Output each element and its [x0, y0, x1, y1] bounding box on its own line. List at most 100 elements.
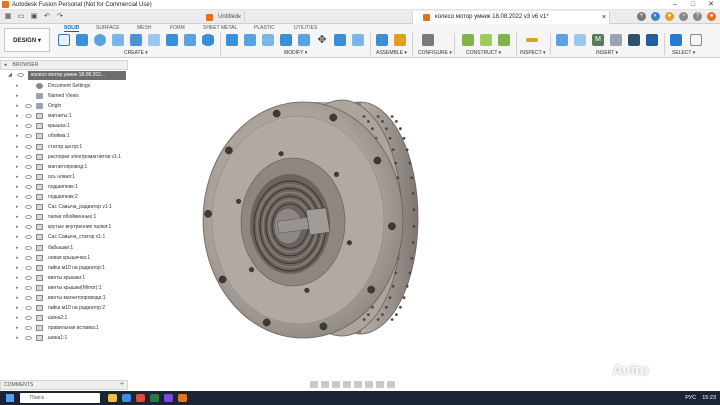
decal-icon[interactable]	[574, 34, 586, 46]
close-tab-icon[interactable]: ×	[602, 11, 606, 24]
clock[interactable]: 15:23	[702, 395, 716, 401]
orbit-icon[interactable]	[310, 381, 318, 388]
expand-arrow-icon[interactable]: ▸	[16, 295, 19, 301]
browser-tree-item[interactable]: ▸ винты магнитопровода:1	[0, 293, 128, 303]
maximize-icon[interactable]: □	[684, 0, 702, 10]
collapse-icon[interactable]: ◂	[4, 61, 7, 69]
visibility-eye-icon[interactable]	[25, 275, 32, 280]
configure-menu[interactable]: CONFIGURE ▾	[418, 50, 452, 56]
browser-tree-item[interactable]: ▸ гайка м10 на радиатор:1	[0, 263, 128, 273]
visibility-eye-icon[interactable]	[25, 144, 32, 149]
visibility-eye-icon[interactable]	[25, 205, 32, 210]
expand-arrow-icon[interactable]: ▸	[16, 325, 19, 331]
create-menu[interactable]: CREATE ▾	[124, 50, 148, 56]
select-menu[interactable]: SELECT ▾	[672, 50, 695, 56]
expand-arrow-icon[interactable]: ▸	[16, 265, 19, 271]
root-component-label[interactable]: колесо мотор умник 18.08.202...	[28, 71, 126, 80]
visibility-eye-icon[interactable]	[25, 225, 32, 230]
expand-arrow-icon[interactable]: ▸	[16, 83, 19, 89]
edge-icon[interactable]	[122, 394, 131, 402]
offset-plane-icon[interactable]	[462, 34, 474, 46]
scale-icon[interactable]	[334, 34, 346, 46]
undo-icon[interactable]: ↶	[42, 12, 52, 22]
tab-sheet-metal[interactable]: SHEET METAL	[203, 24, 237, 32]
comments-panel[interactable]: COMMENTS +	[0, 380, 128, 390]
expand-arrow-icon[interactable]: ▸	[16, 103, 19, 109]
expand-arrow-icon[interactable]: ▸	[16, 204, 19, 210]
visibility-eye-icon[interactable]	[25, 174, 32, 179]
expand-arrow-icon[interactable]: ▸	[16, 144, 19, 150]
browser-tree-item[interactable]: ▸ палки обойменные:1	[0, 212, 128, 222]
browser-tree-item[interactable]: ▸ подшипник:1	[0, 182, 128, 192]
chrome-icon[interactable]	[136, 394, 145, 402]
point-icon[interactable]	[498, 34, 510, 46]
look-at-icon[interactable]	[321, 381, 329, 388]
tree-root-node[interactable]: ◢ колесо мотор умник 18.08.202...	[0, 70, 128, 81]
construct-menu[interactable]: CONSTRUCT ▾	[466, 50, 501, 56]
insert-mcmaster-icon[interactable]: M	[592, 34, 604, 46]
expand-arrow-icon[interactable]: ▸	[16, 93, 19, 99]
tab-untitled[interactable]: Untitled ×	[196, 11, 246, 24]
visibility-eye-icon[interactable]	[25, 104, 32, 109]
visibility-eye-icon[interactable]	[25, 295, 32, 300]
job-status-icon[interactable]: ●	[665, 12, 674, 21]
create-sketch-icon[interactable]	[58, 34, 70, 46]
visibility-eye-icon[interactable]	[25, 336, 32, 341]
expand-arrow-icon[interactable]: ▸	[16, 315, 19, 321]
visibility-eye-icon[interactable]	[25, 265, 32, 270]
visibility-eye-icon[interactable]	[25, 285, 32, 290]
visibility-eye-icon[interactable]	[25, 245, 32, 250]
close-tab-icon[interactable]: ×	[237, 11, 241, 24]
expand-arrow-icon[interactable]: ▸	[16, 154, 19, 160]
expand-arrow-icon[interactable]: ▸	[16, 113, 19, 119]
hole-icon[interactable]	[184, 34, 196, 46]
expand-arrow-icon[interactable]: ▸	[16, 255, 19, 261]
visibility-eye-icon[interactable]	[25, 154, 32, 159]
tab-surface[interactable]: SURFACE	[96, 24, 120, 32]
visibility-eye-icon[interactable]	[17, 73, 24, 77]
new-tab-icon[interactable]: +	[637, 12, 646, 21]
split-body-icon[interactable]	[352, 34, 364, 46]
add-comment-icon[interactable]: +	[120, 381, 124, 389]
browser-tree-item[interactable]: ▸ Document Settings	[0, 81, 128, 91]
inspect-menu[interactable]: INSPECT ▾	[520, 50, 545, 56]
browser-tree-item[interactable]: ▸ магниты:1	[0, 111, 128, 121]
taskbar-search-input[interactable]: Поиск	[20, 393, 100, 403]
new-component-icon[interactable]	[376, 34, 388, 46]
combine-icon[interactable]	[298, 34, 310, 46]
assemble-menu[interactable]: ASSEMBLE ▾	[376, 50, 407, 56]
browser-tree-item[interactable]: ▸ крутые внутренние палки:1	[0, 222, 128, 232]
expand-arrow-icon[interactable]: ▸	[16, 194, 19, 200]
browser-tree-item[interactable]: ▸ новая крышечка:1	[0, 253, 128, 263]
user-avatar[interactable]: ●	[707, 12, 716, 21]
workspace-switcher-button[interactable]: DESIGN ▾	[4, 28, 50, 52]
browser-tree-item[interactable]: ▸ бабышки:1	[0, 243, 128, 253]
expand-arrow-icon[interactable]: ▸	[16, 275, 19, 281]
expand-arrow-icon[interactable]: ▸	[16, 245, 19, 251]
measure-icon[interactable]	[526, 38, 538, 42]
expand-arrow-icon[interactable]: ▸	[16, 123, 19, 129]
visibility-eye-icon[interactable]	[25, 114, 32, 119]
expand-arrow-icon[interactable]: ◢	[8, 72, 12, 78]
configure-icon[interactable]	[422, 34, 434, 46]
expand-arrow-icon[interactable]: ▸	[16, 285, 19, 291]
extensions-icon[interactable]: ◐	[651, 12, 660, 21]
browser-tree-item[interactable]: ▸ Named Views	[0, 91, 128, 101]
language-indicator[interactable]: РУС	[685, 395, 696, 401]
zoom-icon[interactable]	[343, 381, 351, 388]
pan-icon[interactable]	[332, 381, 340, 388]
expand-arrow-icon[interactable]: ▸	[16, 305, 19, 311]
expand-arrow-icon[interactable]: ▸	[16, 174, 19, 180]
visibility-eye-icon[interactable]	[25, 215, 32, 220]
tab-active-document[interactable]: колесо мотор умник 18.08.2022 v3 v6 v1* …	[412, 11, 610, 24]
app-icon[interactable]	[164, 394, 173, 402]
expand-arrow-icon[interactable]: ▸	[16, 184, 19, 190]
browser-tree-item[interactable]: ▸ Сас Савыча_статор v1:1	[0, 232, 128, 242]
select-icon[interactable]	[670, 34, 682, 46]
expand-arrow-icon[interactable]: ▸	[16, 224, 19, 230]
selection-filter-icon[interactable]	[690, 34, 702, 46]
visibility-eye-icon[interactable]	[25, 134, 32, 139]
browser-tree-item[interactable]: ▸ ось новая:1	[0, 172, 128, 182]
revolve-icon[interactable]	[94, 34, 106, 46]
visibility-eye-icon[interactable]	[25, 255, 32, 260]
